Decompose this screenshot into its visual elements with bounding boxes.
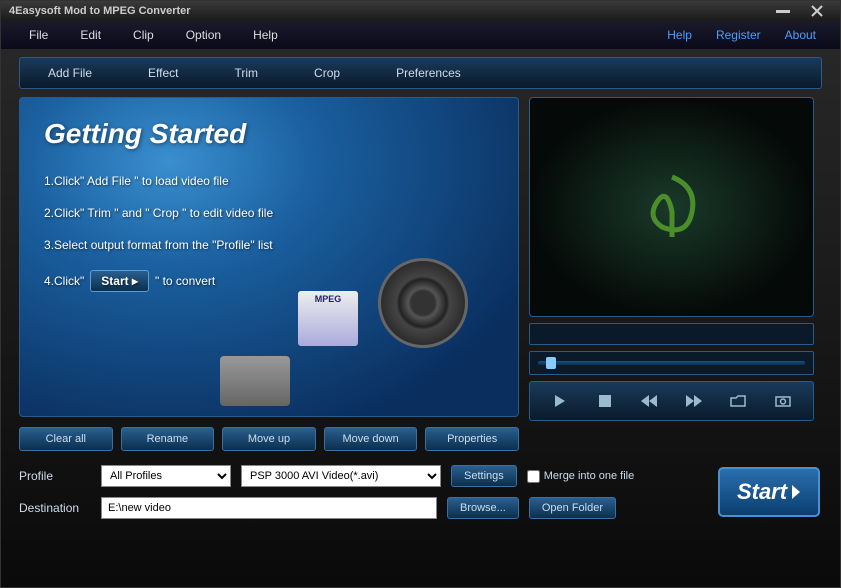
step4-prefix: 4.Click" — [44, 274, 84, 288]
start-button[interactable]: Start — [718, 467, 820, 517]
link-help[interactable]: Help — [655, 24, 704, 46]
video-preview — [529, 97, 814, 317]
step-1: 1.Click" Add File " to load video file — [44, 174, 494, 188]
inline-start-button: Start ▸ — [90, 270, 149, 292]
link-register[interactable]: Register — [704, 24, 773, 46]
toolbar-add-file[interactable]: Add File — [20, 60, 120, 86]
profile-label: Profile — [19, 469, 91, 483]
move-up-button[interactable]: Move up — [222, 427, 316, 451]
film-reel-icon — [348, 228, 498, 408]
close-button[interactable] — [802, 4, 832, 18]
profile-select[interactable]: All Profiles — [101, 465, 231, 487]
properties-button[interactable]: Properties — [425, 427, 519, 451]
open-folder-button[interactable]: Open Folder — [529, 497, 616, 519]
destination-input[interactable] — [101, 497, 437, 519]
destination-label: Destination — [19, 501, 91, 515]
menu-edit[interactable]: Edit — [64, 24, 117, 46]
next-button[interactable] — [680, 387, 708, 415]
prev-button[interactable] — [635, 387, 663, 415]
link-about[interactable]: About — [773, 24, 828, 46]
menu-option[interactable]: Option — [170, 24, 237, 46]
toolbar-trim[interactable]: Trim — [207, 60, 287, 86]
toolbar-preferences[interactable]: Preferences — [368, 60, 489, 86]
getting-started-panel: Getting Started 1.Click" Add File " to l… — [19, 97, 519, 417]
minimize-button[interactable] — [768, 4, 798, 18]
snapshot-button[interactable] — [769, 387, 797, 415]
progress-bar — [529, 323, 814, 345]
stop-button[interactable] — [591, 387, 619, 415]
step-4: 4.Click" Start ▸ " to convert — [44, 270, 215, 292]
toolbar-crop[interactable]: Crop — [286, 60, 368, 86]
toolbar-effect[interactable]: Effect — [120, 60, 206, 86]
logo-icon — [632, 167, 712, 247]
main-toolbar: Add File Effect Trim Crop Preferences — [19, 57, 822, 89]
player-controls — [529, 381, 814, 421]
window-title: 4Easysoft Mod to MPEG Converter — [9, 5, 191, 17]
merge-label: Merge into one file — [544, 470, 635, 482]
merge-checkbox[interactable]: Merge into one file — [527, 470, 635, 483]
menu-help[interactable]: Help — [237, 24, 294, 46]
settings-button[interactable]: Settings — [451, 465, 517, 487]
play-button[interactable] — [546, 387, 574, 415]
format-select[interactable]: PSP 3000 AVI Video(*.avi) — [241, 465, 441, 487]
seek-slider[interactable] — [529, 351, 814, 375]
merge-checkbox-input[interactable] — [527, 470, 540, 483]
menu-clip[interactable]: Clip — [117, 24, 170, 46]
menu-file[interactable]: File — [13, 24, 64, 46]
clear-all-button[interactable]: Clear all — [19, 427, 113, 451]
step-2: 2.Click" Trim " and " Crop " to edit vid… — [44, 206, 494, 220]
rename-button[interactable]: Rename — [121, 427, 215, 451]
camera-icon — [220, 356, 290, 406]
browse-button[interactable]: Browse... — [447, 497, 519, 519]
getting-started-title: Getting Started — [44, 118, 494, 150]
move-down-button[interactable]: Move down — [324, 427, 418, 451]
start-button-label: Start — [737, 479, 787, 505]
step4-suffix: " to convert — [155, 274, 215, 288]
open-button[interactable] — [724, 387, 752, 415]
